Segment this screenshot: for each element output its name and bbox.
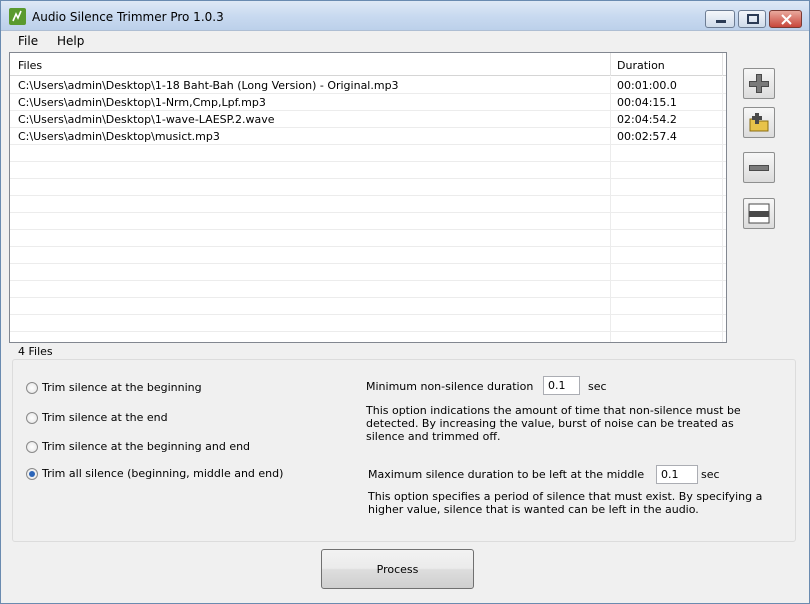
- duration-cell: 00:01:00.0: [617, 79, 677, 92]
- process-button[interactable]: Process: [321, 549, 474, 589]
- add-folder-icon: [749, 113, 769, 132]
- file-path-cell: C:\Users\admin\Desktop\1-Nrm,Cmp,Lpf.mp3: [18, 96, 266, 109]
- radio-indicator[interactable]: [26, 468, 38, 480]
- file-count-label: 4 Files: [18, 345, 53, 358]
- remove-file-button[interactable]: [743, 152, 775, 183]
- radio-indicator[interactable]: [26, 382, 38, 394]
- clear-list-button[interactable]: [743, 198, 775, 229]
- table-row[interactable]: C:\Users\admin\Desktop\1-wave-LAESP.2.wa…: [10, 111, 726, 128]
- radio-label[interactable]: Trim silence at the beginning and end: [42, 440, 250, 453]
- list-header: Files Duration: [10, 53, 726, 76]
- radio-label[interactable]: Trim silence at the end: [42, 411, 168, 424]
- window-title: Audio Silence Trimmer Pro 1.0.3: [32, 10, 224, 24]
- table-row[interactable]: [10, 247, 726, 264]
- table-row[interactable]: [10, 230, 726, 247]
- minus-icon: [749, 165, 769, 171]
- table-row[interactable]: [10, 162, 726, 179]
- radio-indicator[interactable]: [26, 412, 38, 424]
- table-row[interactable]: [10, 281, 726, 298]
- duration-cell: 00:04:15.1: [617, 96, 677, 109]
- duration-cell: 00:02:57.4: [617, 130, 677, 143]
- table-row[interactable]: C:\Users\admin\Desktop\1-Nrm,Cmp,Lpf.mp3…: [10, 94, 726, 111]
- add-folder-button[interactable]: [743, 107, 775, 138]
- table-row[interactable]: [10, 332, 726, 342]
- table-row[interactable]: [10, 298, 726, 315]
- table-row[interactable]: [10, 179, 726, 196]
- max-silence-input[interactable]: [656, 465, 698, 484]
- app-window: Audio Silence Trimmer Pro 1.0.3 File Hel…: [0, 0, 810, 604]
- file-rows: C:\Users\admin\Desktop\1-18 Baht-Bah (Lo…: [10, 77, 726, 342]
- radio-label[interactable]: Trim all silence (beginning, middle and …: [42, 467, 283, 480]
- maximize-button[interactable]: [738, 10, 766, 28]
- max-silence-unit: sec: [701, 468, 720, 481]
- min-nonsilence-input[interactable]: [543, 376, 580, 395]
- file-path-cell: C:\Users\admin\Desktop\1-18 Baht-Bah (Lo…: [18, 79, 399, 92]
- column-divider[interactable]: [610, 53, 611, 76]
- file-list[interactable]: Files Duration C:\Users\admin\Desktop\1-…: [9, 52, 727, 343]
- table-row[interactable]: [10, 213, 726, 230]
- radio-label[interactable]: Trim silence at the beginning: [42, 381, 202, 394]
- menu-bar: File Help: [1, 31, 809, 50]
- menu-help[interactable]: Help: [57, 34, 84, 48]
- file-path-cell: C:\Users\admin\Desktop\musict.mp3: [18, 130, 220, 143]
- column-header-duration[interactable]: Duration: [617, 59, 665, 72]
- column-header-files[interactable]: Files: [18, 59, 42, 72]
- table-row[interactable]: [10, 315, 726, 332]
- table-row[interactable]: [10, 264, 726, 281]
- radio-indicator[interactable]: [26, 441, 38, 453]
- table-row[interactable]: [10, 145, 726, 162]
- minimize-icon: [716, 20, 726, 23]
- table-row[interactable]: C:\Users\admin\Desktop\1-18 Baht-Bah (Lo…: [10, 77, 726, 94]
- app-logo-icon: [9, 8, 26, 25]
- plus-icon: [749, 74, 769, 93]
- close-icon: [781, 14, 792, 25]
- maximize-icon: [747, 14, 759, 24]
- max-silence-label: Maximum silence duration to be left at t…: [368, 468, 645, 481]
- add-file-button[interactable]: [743, 68, 775, 99]
- file-path-cell: C:\Users\admin\Desktop\1-wave-LAESP.2.wa…: [18, 113, 275, 126]
- table-row[interactable]: C:\Users\admin\Desktop\musict.mp3 00:02:5…: [10, 128, 726, 145]
- table-row[interactable]: [10, 196, 726, 213]
- min-nonsilence-unit: sec: [588, 380, 607, 393]
- menu-file[interactable]: File: [18, 34, 38, 48]
- options-panel: Trim silence at the beginning Trim silen…: [12, 359, 796, 542]
- clear-list-icon: [748, 203, 770, 224]
- close-button[interactable]: [769, 10, 802, 28]
- column-divider[interactable]: [722, 53, 723, 76]
- max-silence-description: This option specifies a period of silenc…: [368, 490, 763, 516]
- title-bar[interactable]: Audio Silence Trimmer Pro 1.0.3: [1, 1, 809, 31]
- min-nonsilence-description: This option indications the amount of ti…: [366, 404, 741, 443]
- min-nonsilence-label: Minimum non-silence duration: [366, 380, 534, 393]
- minimize-button[interactable]: [705, 10, 735, 28]
- duration-cell: 02:04:54.2: [617, 113, 677, 126]
